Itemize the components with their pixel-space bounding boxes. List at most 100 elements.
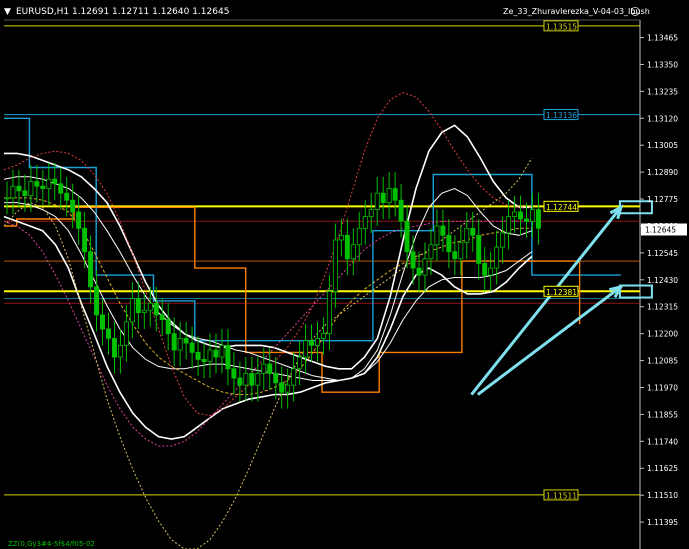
candle-body [476,234,482,264]
candle-body [171,333,177,351]
y-tick-label: 1.13465 [647,34,678,43]
y-tick-label: 1.12315 [647,303,678,312]
candle-body [297,356,303,370]
candle-body [58,183,64,194]
y-tick-label: 1.11970 [647,383,678,392]
y-tick-label: 1.12775 [647,195,678,204]
candle-body [440,225,446,236]
candle-body [243,373,249,386]
candle-body [94,286,100,316]
candle-body [494,246,500,269]
candle-body [273,373,279,384]
y-tick-label: 1.11625 [647,464,678,473]
y-tick-label: 1.13350 [647,60,678,69]
level-label: 1.11511 [546,491,577,500]
candle-body [213,349,219,358]
candle-body [237,377,243,386]
candle-body [374,192,380,210]
candle-body [195,351,201,360]
candle-body [76,211,82,229]
candle-body [416,267,422,276]
candle-body [362,216,368,229]
candle-body [159,314,165,321]
candle-body [446,234,452,253]
candle-body [46,178,52,189]
candle-body [315,337,320,346]
candle-body [225,344,231,370]
candle-body [231,368,237,379]
y-tick-label: 1.13120 [647,114,678,123]
footer-label: ZZ(0,Gy3#4-5f$4/f05-02 [8,540,95,548]
y-tick-label: 1.11855 [647,410,678,419]
candle-body [70,199,76,213]
level-label: 1.12381 [546,288,577,297]
candle-body [428,244,434,260]
candle-body [464,227,470,243]
level-label: 1.13515 [546,22,577,31]
candle-body [291,368,297,386]
header-triangle-icon[interactable]: ▼ [4,7,11,17]
candle-body [129,298,135,323]
candle-body [344,234,350,260]
candle-body [404,220,410,253]
candle-body [28,181,34,196]
candle-body [380,192,386,203]
candle-body [88,251,94,288]
candle-body [392,188,398,201]
candle-body [165,319,171,335]
candle-body [207,349,213,363]
y-tick-label: 1.13235 [647,87,678,96]
candle-body [153,302,159,316]
candle-body [356,227,362,246]
y-tick-label: 1.11740 [647,437,678,446]
candle-body [320,333,326,339]
candle-body [100,314,106,330]
chart-canvas: 1.13515 1.13136 1.12744 1.12381 1.11511 1.13… [0,0,689,549]
candle-body [141,309,147,313]
candle-body [512,211,518,218]
indicator-name: Ze_33_Zhuravlerezka_V-04-03_Ibush [503,7,650,16]
candle-body [410,251,416,269]
y-tick-label: 1.12890 [647,168,678,177]
level-label: 1.13136 [546,111,577,120]
candle-body [219,344,225,358]
candle-body [398,199,404,222]
candle-body [82,227,88,253]
candle-body [255,373,261,386]
candle-body [183,337,189,344]
candle-body [488,267,494,276]
candle-body [524,218,529,222]
candle-body [177,337,183,351]
y-tick-label: 1.12200 [647,330,678,339]
y-tick-label: 1.13005 [647,141,678,150]
candle-body [147,302,153,311]
candle-body [368,209,374,218]
candle-body [10,185,16,199]
candle-body [135,298,141,313]
candle-body [350,244,356,260]
candle-body [535,209,541,229]
candle-body [16,185,22,192]
candle-body [529,209,535,222]
candle-body [201,359,207,363]
candle-body [117,344,123,358]
candle-body [52,178,58,185]
candle-body [106,328,111,339]
candle-body [422,258,428,276]
candle-body [189,342,195,353]
candle-body [40,185,46,189]
candle-body [4,197,10,200]
price-marker-label: 1.12645 [645,225,676,234]
candle-body [500,232,506,248]
candle-body [22,190,28,196]
y-tick-label: 1.11395 [647,518,678,527]
candle-body [34,181,40,187]
candle-body [332,239,338,292]
symbol-info: EURUSD,H1 1.12691 1.12711 1.12640 1.1264… [16,7,229,17]
candle-body [434,225,440,246]
candle-body [386,188,392,203]
candle-body [303,340,309,358]
smiley-icon[interactable]: ☺ [630,7,640,18]
candle-body [267,363,273,374]
candle-body [326,291,332,335]
